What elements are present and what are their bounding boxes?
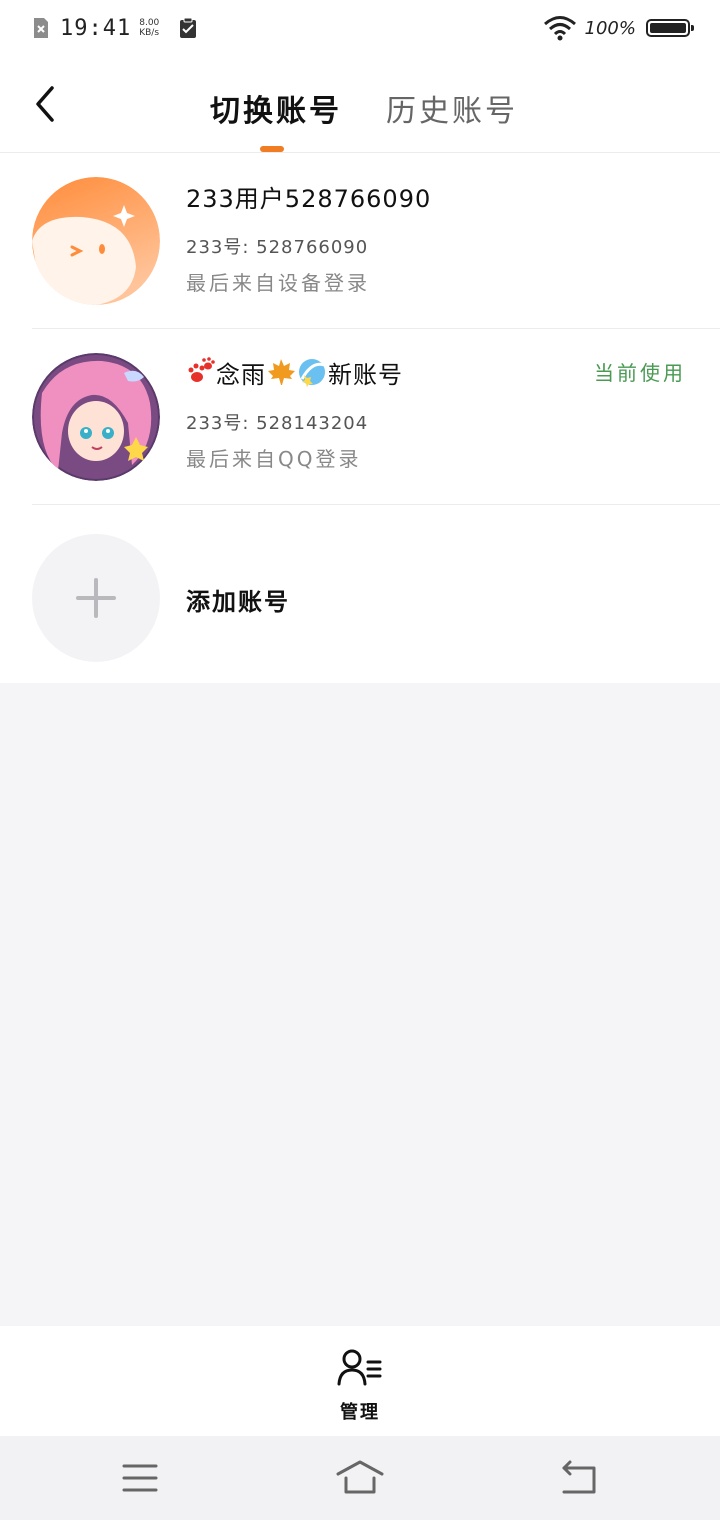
sim-card-icon [34, 18, 48, 38]
add-account-button[interactable]: 添加账号 [0, 506, 720, 682]
clipboard-icon [180, 17, 197, 38]
manage-label: 管理 [340, 1402, 380, 1423]
account-name: 233用户528766090 [186, 185, 432, 213]
status-time: 19:41 [60, 15, 132, 41]
account-name-line: 念雨 新账号 [186, 355, 403, 390]
account-tabs: 切换账号 历史账号 [0, 56, 720, 152]
account-name-suffix: 新账号 [328, 361, 403, 389]
manage-button[interactable]: 管理 [330, 1346, 390, 1426]
add-account-label: 添加账号 [186, 588, 290, 616]
account-id: 233号: 528143204 [186, 413, 369, 434]
wifi-icon [543, 16, 576, 41]
account-row[interactable]: 233用户528766090 233号: 528766090 最后来自设备登录 [0, 153, 720, 329]
status-bar-right: 100% [543, 14, 694, 42]
add-account-circle [32, 534, 160, 662]
account-id: 233号: 528766090 [186, 237, 369, 258]
menu-icon[interactable] [110, 1458, 170, 1498]
tab-history-account[interactable]: 历史账号 [386, 86, 518, 130]
return-icon[interactable] [550, 1458, 610, 1498]
status-bar: 19:41 8.00 KB/s 100% [0, 0, 720, 56]
comet-icon [299, 359, 325, 387]
divider [32, 504, 720, 505]
battery-percent: 100% [584, 17, 636, 39]
battery-icon [646, 19, 694, 37]
account-name: 念雨 [216, 361, 266, 389]
maple-leaf-icon [268, 359, 295, 385]
plus-icon [76, 578, 116, 618]
status-bar-left: 19:41 8.00 KB/s [32, 14, 197, 42]
avatar [32, 177, 160, 305]
paw-icon [188, 357, 215, 382]
manage-user-icon [337, 1349, 382, 1386]
header: 切换账号 历史账号 [0, 56, 720, 153]
avatar [32, 353, 160, 481]
account-row[interactable]: 念雨 新账号 当前使用 233号: 528143204 最后来自QQ登录 [0, 329, 720, 505]
system-nav-bar [0, 1436, 720, 1520]
bottom-bar: 管理 [0, 1326, 720, 1436]
home-icon[interactable] [330, 1458, 390, 1498]
speed-value: 8.00 [139, 18, 160, 28]
account-list: 233用户528766090 233号: 528766090 最后来自设备登录 [0, 153, 720, 683]
speed-unit: KB/s [139, 28, 160, 38]
active-tab-indicator [260, 146, 284, 152]
network-speed: 8.00 KB/s [139, 18, 159, 38]
tab-switch-account[interactable]: 切换账号 [210, 86, 342, 130]
battery-fill [650, 23, 686, 33]
login-source: 最后来自QQ登录 [186, 447, 362, 471]
login-source: 最后来自设备登录 [186, 271, 370, 295]
current-in-use-label: 当前使用 [594, 361, 686, 385]
